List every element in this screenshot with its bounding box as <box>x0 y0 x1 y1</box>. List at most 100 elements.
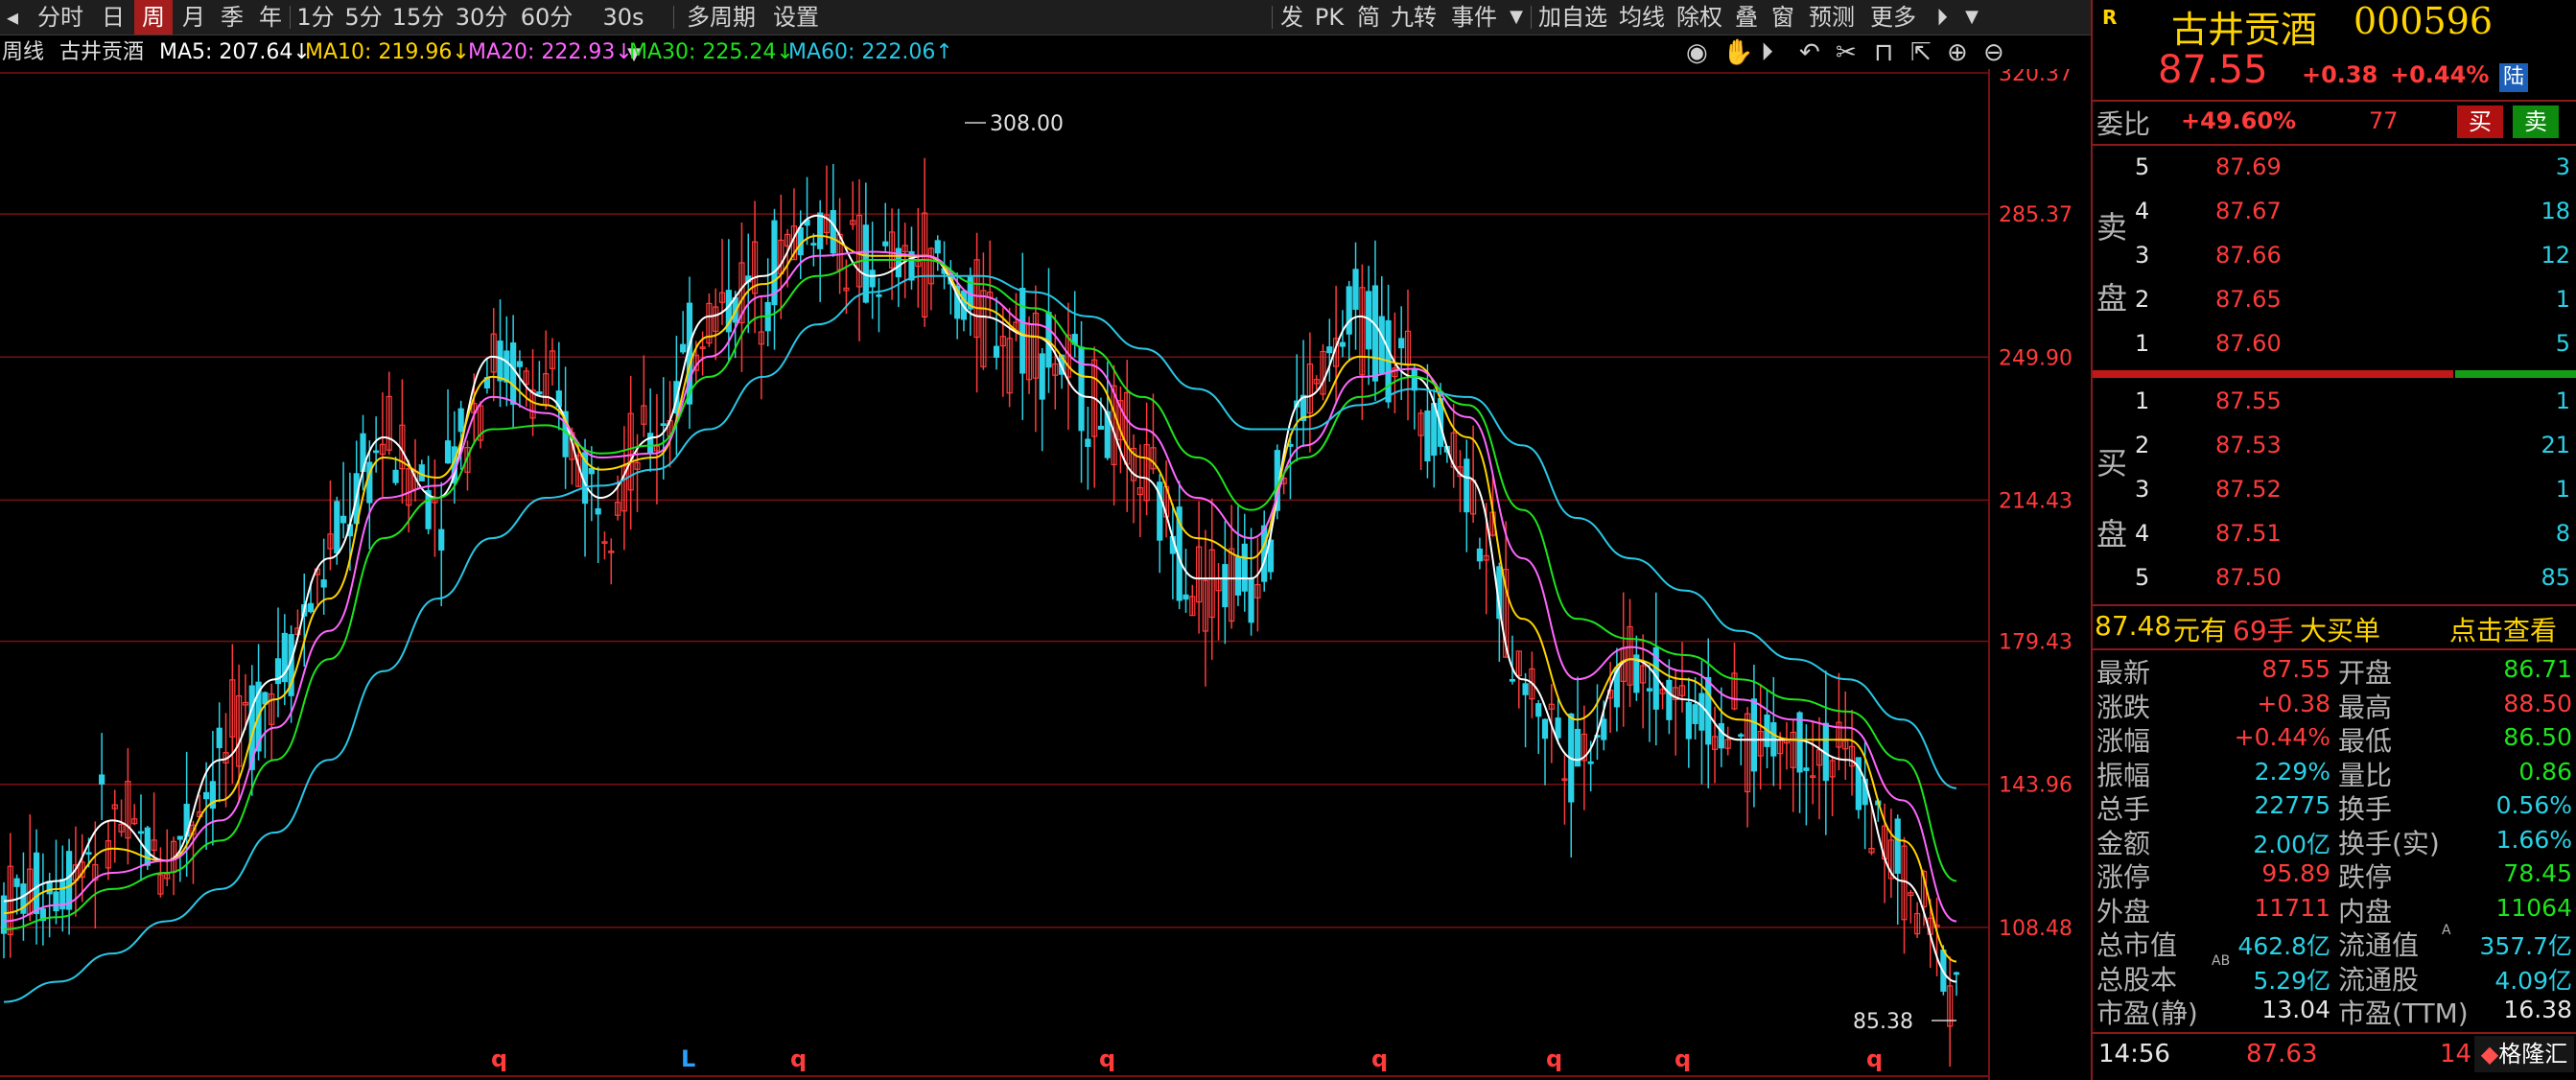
play-icon[interactable]: ⏵ <box>1761 36 1773 69</box>
candle-body <box>862 224 869 303</box>
ask-level: 3 <box>2135 242 2150 269</box>
ask-level: 1 <box>2135 330 2150 357</box>
candle-body <box>869 270 876 288</box>
candle-body <box>444 440 452 464</box>
candle-body <box>1646 688 1653 692</box>
event-marker: q <box>1674 1045 1691 1072</box>
candle-body <box>1738 734 1745 738</box>
tab-60min[interactable]: 60分 <box>516 0 577 35</box>
ask-level: 5 <box>2135 153 2150 180</box>
tab-5min[interactable]: 5分 <box>341 0 386 35</box>
candle-body <box>13 878 20 887</box>
candle-body <box>1241 543 1248 592</box>
event-marker: q <box>1371 1045 1388 1072</box>
buy-button[interactable]: 买 <box>2457 106 2503 138</box>
tab-month[interactable]: 月 <box>176 0 211 35</box>
tab-fenshi[interactable]: 分时 <box>29 0 92 35</box>
candle-body <box>1464 458 1470 513</box>
tab-30min[interactable]: 30分 <box>451 0 512 35</box>
zoom-out-icon[interactable]: ⊖ <box>1983 36 2004 69</box>
collapse-left-icon[interactable]: ◂ <box>0 0 25 35</box>
tool-window[interactable]: 窗 <box>1767 0 1799 35</box>
bid-price: 87.52 <box>2215 476 2282 503</box>
candle-body <box>457 408 464 433</box>
sell-button[interactable]: 卖 <box>2513 106 2559 138</box>
stat-label: 市盈(TTM) <box>2338 998 2469 1029</box>
event-marker: q <box>1099 1045 1115 1072</box>
y-tick-label: 108.48 <box>1999 917 2073 941</box>
weibi-label: 委比 <box>2096 108 2151 140</box>
hand-icon[interactable]: ✋ <box>1722 36 1753 69</box>
bid-price: 87.51 <box>2215 520 2282 547</box>
annotations-group: 308.00 85.38 <box>965 112 1956 1034</box>
stat-label: 外盘 <box>2096 895 2151 927</box>
candle-body <box>1085 438 1091 447</box>
buy-side-label-2: 盘 <box>2096 516 2128 552</box>
ma60-value: MA60: 222.06↑ <box>788 40 953 64</box>
tool-pk[interactable]: PK <box>1310 0 1348 35</box>
candle-body <box>202 791 210 800</box>
bid-price: 87.53 <box>2215 432 2282 458</box>
chevron-down-icon[interactable]: ▼ <box>1960 0 1983 35</box>
tool-overlay[interactable]: 叠 <box>1730 0 1763 35</box>
bid-level: 3 <box>2135 476 2150 503</box>
kline-chart[interactable]: 320.37 285.37 249.90 214.43 179.43 143.96 108.… <box>0 69 2091 1080</box>
tab-season[interactable]: 季 <box>215 0 249 35</box>
big-order-label: 大买单 <box>2300 615 2381 646</box>
settings-button[interactable]: 设置 <box>767 0 825 35</box>
tool-exright[interactable]: 除权 <box>1673 0 1726 35</box>
tab-1min[interactable]: 1分 <box>293 0 338 35</box>
big-order-link[interactable]: 点击查看 <box>2449 610 2557 648</box>
tab-day[interactable]: 日 <box>96 0 130 35</box>
scissors-icon[interactable]: ✂ <box>1836 36 1857 69</box>
eye-icon[interactable]: ◉ <box>1686 36 1708 69</box>
y-tick-label: 285.37 <box>1999 203 2073 227</box>
sell-side-label-2: 盘 <box>2096 280 2128 317</box>
multi-period-button[interactable]: 多周期 <box>681 0 761 35</box>
candle-body <box>660 423 667 427</box>
tick-price: 87.63 <box>2246 1040 2318 1068</box>
tool-forecast[interactable]: 预测 <box>1803 0 1861 35</box>
add-watchlist-button[interactable]: 加自选 <box>1534 0 1611 35</box>
candle-body <box>1692 704 1698 724</box>
y-tick-label: 320.37 <box>1999 69 2073 86</box>
candle-body <box>1371 285 1379 382</box>
tab-week[interactable]: 周 <box>134 0 173 35</box>
stat-value: 86.71 <box>2503 655 2572 683</box>
candle-body <box>588 467 595 475</box>
candle-body <box>876 293 882 297</box>
tool-events[interactable]: 事件 <box>1444 0 1504 35</box>
tool-simple[interactable]: 简 <box>1352 0 1385 35</box>
tool-fa[interactable]: 发 <box>1276 0 1308 35</box>
tool-ma[interactable]: 均线 <box>1615 0 1669 35</box>
candle-body <box>595 507 601 515</box>
tab-30s[interactable]: 30s ▼ <box>585 0 662 64</box>
event-marker: q <box>491 1045 507 1072</box>
period-label: 周线 <box>2 40 45 64</box>
zoom-in-icon[interactable]: ⊕ <box>1947 36 1968 69</box>
lock-icon[interactable]: ⊓ <box>1874 36 1893 69</box>
bid-level: 4 <box>2135 520 2150 547</box>
stat-value: 462.8亿 <box>2237 932 2330 960</box>
stat-value: 0.86 <box>2518 757 2572 786</box>
chevron-down-icon[interactable]: ▼ <box>1506 0 1527 35</box>
candle-body <box>934 240 941 254</box>
tab-15min[interactable]: 15分 <box>389 0 447 35</box>
candle-body <box>1698 693 1705 731</box>
pin-icon[interactable]: ⏵ <box>1926 0 1958 35</box>
undo-icon[interactable]: ↶ <box>1799 36 1820 69</box>
big-order-unit: 元有 <box>2173 615 2228 646</box>
stat-label: 最高 <box>2338 691 2393 723</box>
tab-year[interactable]: 年 <box>253 0 288 35</box>
candle-body <box>1019 288 1026 374</box>
ma-line-ma5 <box>3 214 1957 983</box>
stat-value: 13.04 <box>2261 996 2330 1023</box>
stat-label: 振幅 <box>2096 759 2151 791</box>
expand-icon[interactable]: ⇱ <box>1910 36 1932 69</box>
tool-more[interactable]: 更多 <box>1864 0 1922 35</box>
tick-volume: 14 <box>2440 1040 2472 1068</box>
a-superscript: A <box>2442 923 2451 938</box>
weicha-value: 77 <box>2369 107 2399 134</box>
candle-body <box>516 361 524 367</box>
tool-jiuzhuan[interactable]: 九转 <box>1387 0 1440 35</box>
